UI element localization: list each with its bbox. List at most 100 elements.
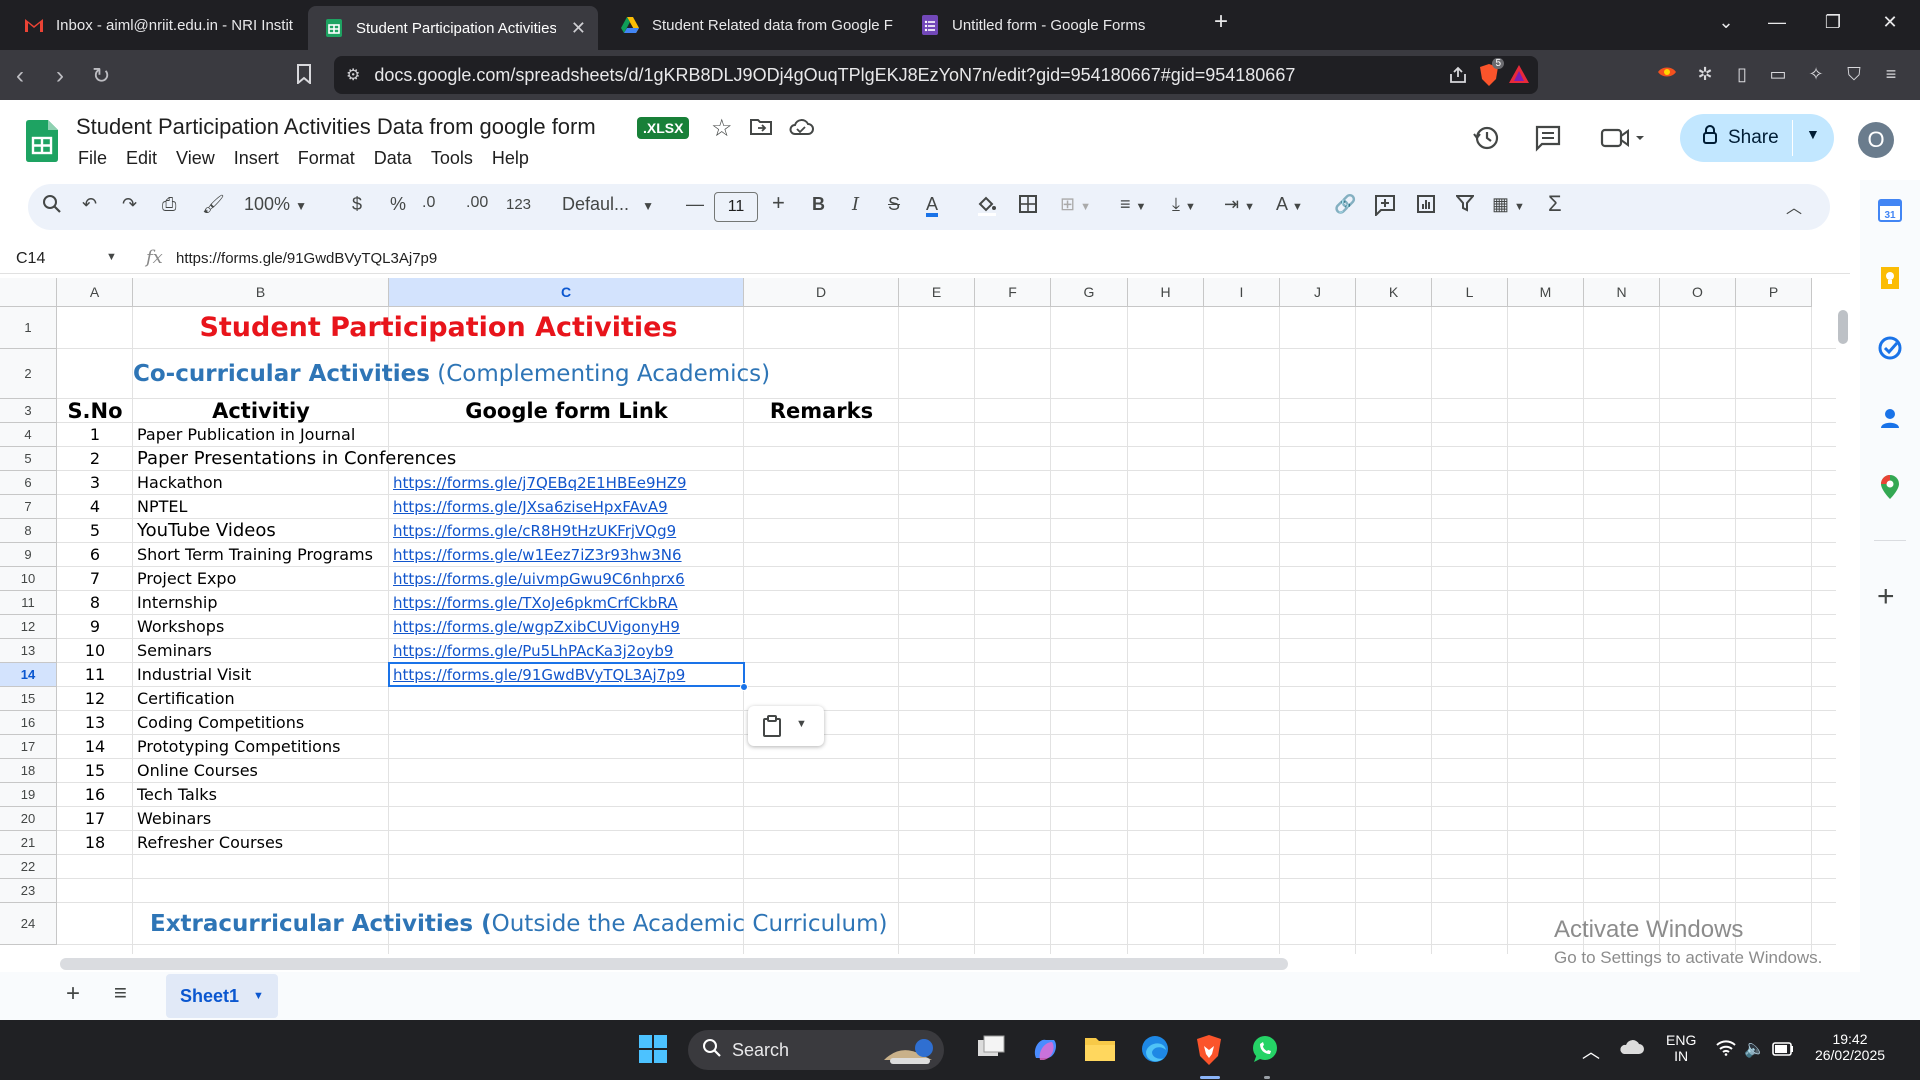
decrease-font-size-icon[interactable]: — [686,194,704,215]
vpn-icon[interactable]: ⛉ [1843,64,1865,86]
version-history-icon[interactable] [1472,124,1500,159]
row-header-7[interactable]: 7 [0,495,57,519]
get-addons-icon[interactable]: + [1877,580,1895,614]
column-header-p[interactable]: P [1736,278,1812,307]
fill-handle[interactable] [740,683,748,691]
share-page-icon[interactable] [1448,65,1468,90]
copilot-icon[interactable] [1030,1034,1062,1066]
minimize-button[interactable]: — [1757,12,1797,33]
contacts-icon[interactable] [1878,406,1902,430]
maximize-button[interactable]: ❐ [1813,12,1853,33]
task-view-icon[interactable] [976,1034,1008,1066]
wifi-icon[interactable] [1716,1040,1736,1061]
document-title[interactable]: Student Participation Activities Data fr… [76,114,596,140]
row-header-6[interactable]: 6 [0,471,57,495]
name-box-dropdown-icon[interactable]: ▼ [106,251,117,263]
collapse-toolbar-icon[interactable]: ︿ [1786,194,1802,218]
spreadsheet-grid[interactable]: A B C D E F G H I J K L M N O P 1 2 3 4 5 6 7 8 9 10 11 12 13 14 15 16 1… [0,278,1836,954]
calendar-icon[interactable]: 31 [1878,198,1902,222]
font-size-field[interactable]: 11 [714,192,758,222]
percent-format-button[interactable]: % [390,194,406,215]
text-color-icon[interactable]: A [926,194,939,217]
row-header-5[interactable]: 5 [0,447,57,471]
row-header-20[interactable]: 20 [0,807,57,831]
undo-icon[interactable]: ↶ [82,194,97,215]
puzzle-extensions-icon[interactable]: ✲ [1694,64,1716,86]
font-select[interactable]: Defaul... ▼ [562,194,654,215]
form-link-cell[interactable]: https://forms.gle/Pu5LhPAcKa3j2oyb9 [393,639,743,663]
wallet-icon[interactable]: ▭ [1767,64,1789,86]
paint-format-icon[interactable]: 🖌 [202,194,225,215]
decrease-decimal-button[interactable]: .0 [422,194,435,212]
row-header-23[interactable]: 23 [0,879,57,903]
menu-file[interactable]: File [78,148,107,169]
bookmark-icon[interactable] [296,64,312,90]
row-header-1[interactable]: 1 [0,307,57,349]
row-header-8[interactable]: 8 [0,519,57,543]
row-header-21[interactable]: 21 [0,831,57,855]
column-header-n[interactable]: N [1584,278,1660,307]
back-button[interactable]: ‹ [16,62,24,90]
paste-options-popup[interactable]: ▼ [748,706,824,746]
edge-icon[interactable] [1140,1034,1172,1066]
merge-cells-icon[interactable]: ⊞ ▼ [1060,194,1091,215]
column-header-g[interactable]: G [1051,278,1128,307]
taskbar-search[interactable]: Search [688,1030,944,1070]
row-header-14[interactable]: 14 [0,663,57,687]
column-header-j[interactable]: J [1280,278,1356,307]
row-header-17[interactable]: 17 [0,735,57,759]
column-header-m[interactable]: M [1508,278,1584,307]
close-icon[interactable]: ✕ [571,18,586,39]
brave-browser-icon[interactable] [1194,1034,1226,1066]
share-dropdown-icon[interactable]: ▼ [1806,126,1820,142]
row-header-16[interactable]: 16 [0,711,57,735]
tab-student-related-data[interactable]: Student Related data from Google F [604,8,900,42]
row-header-22[interactable]: 22 [0,855,57,879]
form-link-cell[interactable]: https://forms.gle/cR8H9tHzUKFrjVQg9 [393,519,743,543]
menu-view[interactable]: View [176,148,215,169]
row-header-2[interactable]: 2 [0,349,57,399]
tasks-icon[interactable] [1878,336,1902,360]
column-header-a[interactable]: A [57,278,133,307]
row-header-10[interactable]: 10 [0,567,57,591]
row-header-18[interactable]: 18 [0,759,57,783]
italic-icon[interactable]: I [852,194,859,215]
zoom-select[interactable]: 100% ▼ [244,194,307,215]
meet-icon[interactable] [1600,126,1646,157]
increase-font-size-icon[interactable]: + [772,190,785,216]
sidebar-icon[interactable]: ▯ [1731,64,1753,86]
onedrive-cloud-icon[interactable] [1618,1038,1650,1070]
column-header-e[interactable]: E [899,278,975,307]
menu-format[interactable]: Format [298,148,355,169]
battery-icon[interactable] [1772,1042,1794,1059]
column-header-k[interactable]: K [1356,278,1432,307]
bold-icon[interactable]: B [812,194,825,215]
sheet-tab-sheet1[interactable]: Sheet1 ▼ [166,974,278,1018]
increase-decimal-button[interactable]: .00 [466,194,488,212]
form-link-cell[interactable]: https://forms.gle/j7QEBq2E1HBEe9HZ9 [393,471,743,495]
column-header-c[interactable]: C [389,278,744,307]
extension-icon[interactable] [1656,64,1678,86]
form-link-cell[interactable]: https://forms.gle/w1Eez7iZ3r93hw3N6 [393,543,743,567]
maps-icon[interactable] [1878,474,1902,499]
search-menus-icon[interactable] [42,194,62,219]
row-header-3[interactable]: 3 [0,399,57,423]
horizontal-scrollbar[interactable] [60,958,1288,970]
form-link-cell[interactable]: https://forms.gle/wgpZxibCUVigonyH9 [393,615,743,639]
row-header-11[interactable]: 11 [0,591,57,615]
fill-color-icon[interactable] [976,194,998,221]
horizontal-align-icon[interactable]: ≡ ▼ [1120,194,1146,215]
leo-ai-icon[interactable]: ✧ [1805,64,1827,86]
vertical-align-icon[interactable]: ⤓ ▼ [1172,194,1196,215]
row-header-9[interactable]: 9 [0,543,57,567]
redo-icon[interactable]: ↷ [122,194,137,215]
new-tab-button[interactable]: + [1201,8,1241,36]
volume-icon[interactable]: 🔈 [1744,1039,1765,1059]
filter-icon[interactable] [1454,194,1476,217]
strikethrough-icon[interactable]: S [888,194,900,215]
comments-icon[interactable] [1534,124,1562,159]
menu-edit[interactable]: Edit [126,148,157,169]
column-header-d[interactable]: D [744,278,899,307]
borders-icon[interactable] [1018,194,1038,219]
windows-start-icon[interactable] [638,1034,670,1066]
